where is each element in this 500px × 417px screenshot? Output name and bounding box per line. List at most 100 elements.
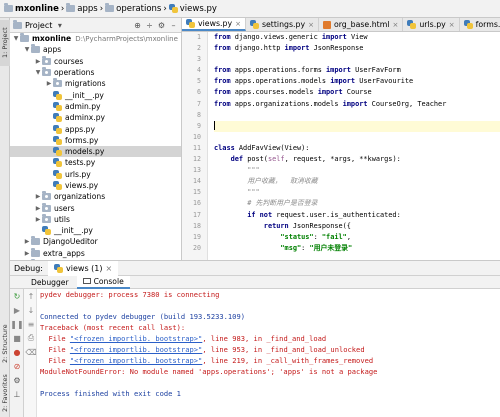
code-area[interactable]: 1 2 3 4 5 6 7 8 9 10 11 12 13 14 15 16 17 18 19 20 from dja… [182,32,500,260]
code-lines[interactable]: from django.views.generic import View fro… [214,32,500,254]
tree-item[interactable]: __init__.py [10,89,181,100]
tree-item-label: operations [54,68,95,78]
mute-breakpoints-icon[interactable]: ⊘ [10,359,24,373]
code-line[interactable]: 用户收藏， 取消收藏 [214,176,500,187]
code-line[interactable]: from apps.organizations.models import Co… [214,99,500,110]
code-line[interactable]: # 先判断用户是否登录 [214,198,500,209]
debug-session-tab[interactable]: views (1) × [48,260,119,276]
code-line[interactable]: "status": "fail", [214,232,500,243]
code-line[interactable] [214,110,500,121]
tree-item[interactable]: ▶ DjangoUeditor [10,236,181,247]
tree-item[interactable]: admin.py [10,101,181,112]
soft-wrap-icon[interactable]: ≡ [24,317,38,331]
tool-tab-favorites[interactable]: 2: Favorites [0,370,10,416]
chevron-right-icon[interactable]: ▶ [34,205,42,212]
chevron-down-icon[interactable]: ▼ [23,46,31,53]
close-icon[interactable]: × [449,21,455,29]
tree-item[interactable]: models.py [10,145,181,158]
console-file-link[interactable]: "<frozen importlib._bootstrap>" [70,334,202,343]
tree-item[interactable]: ▶ users [10,202,181,213]
tree-item[interactable]: urls.py [10,169,181,180]
code-line[interactable]: from apps.operations.models import UserF… [214,76,500,87]
console-file-link[interactable]: "<frozen importlib._bootstrap>" [70,356,202,365]
hide-icon[interactable]: – [169,21,178,30]
chevron-down-icon[interactable]: ▼ [12,35,20,42]
debug-session-label: views (1) [66,263,103,273]
line-number: 11 [193,143,201,152]
tool-tab-structure[interactable]: 2: Structure [0,318,10,370]
editor-tab-views-py[interactable]: views.py × [182,18,246,31]
tab-debugger[interactable]: Debugger [25,276,75,289]
chevron-right-icon[interactable]: ▶ [34,58,42,65]
code-line[interactable]: class AddFavView(View): [214,143,500,154]
gear-icon[interactable]: ⚙ [157,21,166,30]
close-icon[interactable]: × [235,20,241,28]
code-line[interactable]: if not request.user.is_authenticated: [214,210,500,221]
close-icon[interactable]: × [308,21,314,29]
tree-item[interactable]: ▼ apps [10,44,181,55]
chevron-right-icon[interactable]: ▶ [45,80,53,87]
collapse-all-icon[interactable]: ÷ [145,21,154,30]
tree-item[interactable]: ▼ mxonline D:\PycharmProjects\mxonline [10,33,181,44]
pin-icon[interactable]: ⊥ [10,387,24,401]
code-line[interactable]: from apps.courses.models import Course [214,87,500,98]
console-file-link[interactable]: "<frozen importlib._bootstrap>" [70,345,202,354]
tree-item[interactable]: apps.py [10,123,181,134]
tree-item[interactable]: ▼ operations [10,67,181,78]
code-token: Course [342,88,372,97]
code-line[interactable] [214,54,500,65]
close-icon[interactable]: × [105,264,112,273]
breadcrumb-item-mxonline[interactable]: mxonline [4,3,59,14]
down-arrow-icon[interactable]: ↓ [24,303,38,317]
code-line[interactable]: """ [214,187,500,198]
code-line[interactable]: return JsonResponse({ [214,221,500,232]
console-text: , line 983, in _find_and_load [202,334,327,343]
code-line[interactable]: """ [214,165,500,176]
breadcrumb-item-views[interactable]: views.py [168,4,217,14]
editor-tab-forms-py[interactable]: forms.py× [460,18,500,31]
breadcrumb-item-operations[interactable]: operations [105,3,161,14]
stop-icon[interactable]: ■ [10,331,24,345]
code-line[interactable]: from apps.operations.forms import UserFa… [214,65,500,76]
tree-item[interactable]: __init__.py [10,225,181,236]
locate-icon[interactable]: ⊕ [133,21,142,30]
pause-icon[interactable]: ❚❚ [10,317,24,331]
close-icon[interactable]: × [392,21,398,29]
chevron-right-icon[interactable]: ▶ [34,193,42,200]
chevron-down-icon[interactable]: ▼ [34,69,42,76]
clear-icon[interactable]: ⌫ [24,345,38,359]
tree-item[interactable]: tests.py [10,157,181,168]
resume-icon[interactable]: ▶ [10,303,24,317]
up-arrow-icon[interactable]: ↑ [24,289,38,303]
tab-console[interactable]: Console [76,275,130,289]
tree-item[interactable]: ▶ organizations [10,191,181,202]
chevron-right-icon[interactable]: ▶ [34,216,42,223]
project-panel-title[interactable]: Project [25,21,52,30]
editor-tab-settings-py[interactable]: settings.py × [246,18,319,31]
view-breakpoints-icon[interactable]: ● [10,345,24,359]
code-line[interactable] [214,132,500,143]
tree-item[interactable]: ▶ extra_apps [10,247,181,259]
tree-item[interactable]: ▶ migrations [10,78,181,89]
chevron-right-icon[interactable]: ▶ [23,250,31,257]
rerun-icon[interactable]: ↻ [10,289,24,303]
chevron-down-icon[interactable]: ▾ [55,21,64,30]
editor-tab-org-base-html[interactable]: org_base.html × [319,18,404,31]
editor-tab-urls-py[interactable]: urls.py × [403,18,460,31]
tree-item[interactable]: ▶ utils [10,213,181,225]
code-line[interactable]: from django.http import JsonResponse [214,43,500,54]
tree-item[interactable]: views.py [10,180,181,191]
print-icon[interactable]: ⎙ [24,331,38,345]
chevron-right-icon[interactable]: ▶ [23,238,31,245]
tree-item[interactable]: adminx.py [10,112,181,123]
code-line[interactable]: from django.views.generic import View [214,32,500,43]
console-output[interactable]: pydev debugger: process 7380 is connecti… [40,289,500,417]
code-line[interactable]: "msg": "用户未登录" [214,243,500,254]
tree-item[interactable]: forms.py [10,135,181,146]
code-line[interactable]: def post(self, request, *args, **kwargs)… [214,154,500,165]
settings-icon[interactable]: ⚙ [10,373,24,387]
code-line[interactable] [214,120,500,132]
tree-item[interactable]: ▶ courses [10,55,181,67]
tool-tab-project[interactable]: 1: Project [0,20,10,66]
breadcrumb-item-apps[interactable]: apps [66,3,98,14]
